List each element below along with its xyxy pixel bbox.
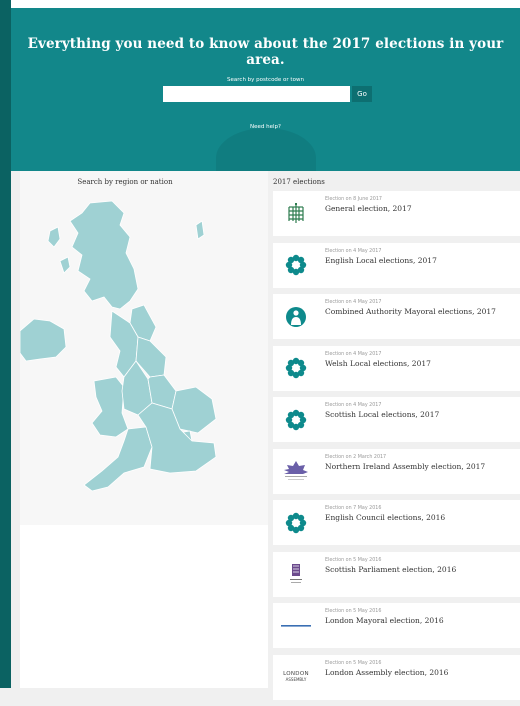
map-region-islands [47,226,61,248]
council-flower-icon [281,356,311,381]
london-assembly-logo-line2: ASSEMBLY [285,676,307,682]
go-button[interactable]: Go [352,86,372,102]
election-name: London Mayoral election, 2016 [325,616,444,625]
top-edge [11,0,520,8]
election-card-combined-authority-2017[interactable]: Election on 4 May 2017 Combined Authorit… [273,294,520,339]
election-name: Scottish Local elections, 2017 [325,410,440,419]
election-name: English Local elections, 2017 [325,255,437,265]
election-card-ni-assembly-2017[interactable]: Election on 2 March 2017 Northern Irelan… [273,448,520,494]
election-date: Election on 5 May 2016 [325,557,382,563]
election-date: Election on 4 May 2017 [325,351,382,357]
election-card-scottish-parliament-2016[interactable]: Election on 5 May 2016 Scottish Parliame… [273,551,520,597]
election-name: Scottish Parliament election, 2016 [325,564,457,574]
london-assembly-logo: LONDON ASSEMBLY [281,665,311,690]
uk-map[interactable] [20,191,240,521]
ni-assembly-logo [281,459,311,484]
election-name: General election, 2017 [325,204,412,213]
region-map-panel: Search by region or nation [20,171,268,525]
election-card-english-council-2016[interactable]: Election on 7 May 2016 English Council e… [273,500,520,545]
election-date: Election on 8 June 2017 [325,197,382,202]
map-region-south-west [83,426,153,492]
search-label: Search by postcode or town [227,77,304,83]
elections-list: Election on 8 June 2017 General election… [273,191,520,706]
map-region-northern-ireland [20,318,67,362]
election-date: Election on 5 May 2016 [325,660,382,666]
election-card-english-local-2017[interactable]: Election on 4 May 2017 English Local ele… [273,242,520,288]
council-flower-icon [281,253,311,278]
map-region-islands-2 [59,256,71,274]
hero-banner: Everything you need to know about the 20… [11,8,520,171]
council-flower-icon [281,407,311,432]
elections-list-title: 2017 elections [273,178,325,186]
election-card-london-assembly-2016[interactable]: LONDON ASSEMBLY Election on 5 May 2016 L… [273,654,520,700]
portcullis-icon [281,201,311,226]
election-name: Combined Authority Mayoral elections, 20… [325,307,496,316]
election-date: Election on 4 May 2017 [325,248,382,254]
hero-decoration [216,128,316,171]
scottish-parliament-logo [281,562,311,587]
map-region-shetland [195,220,205,240]
search-input[interactable] [163,86,350,102]
election-date: Election on 4 May 2017 [325,300,382,305]
council-flower-icon [281,510,311,535]
election-card-london-mayoral-2016[interactable]: Election on 5 May 2016 London Mayoral el… [273,603,520,648]
election-date: Election on 4 May 2017 [325,403,382,408]
election-card-welsh-local-2017[interactable]: Election on 4 May 2017 Welsh Local elect… [273,345,520,391]
mayor-of-london-logo [281,613,311,638]
election-date: Election on 2 March 2017 [325,454,387,460]
lower-blank-area [20,525,268,688]
map-region-scotland [69,200,139,310]
election-name: London Assembly election, 2016 [325,667,449,677]
election-card-general-2017[interactable]: Election on 8 June 2017 General election… [273,191,520,236]
page-title: Everything you need to know about the 20… [27,36,504,68]
mayor-figure-icon [281,304,311,329]
election-date: Election on 7 May 2016 [325,506,382,511]
election-name: English Council elections, 2016 [325,513,446,522]
map-title: Search by region or nation [77,178,173,186]
left-accent-strip [0,0,11,688]
election-card-scottish-local-2017[interactable]: Election on 4 May 2017 Scottish Local el… [273,397,520,442]
election-date: Election on 5 May 2016 [325,609,382,614]
election-name: Welsh Local elections, 2017 [325,358,431,368]
need-help-link[interactable]: Need help? [11,124,520,130]
election-name: Northern Ireland Assembly election, 2017 [325,461,486,471]
